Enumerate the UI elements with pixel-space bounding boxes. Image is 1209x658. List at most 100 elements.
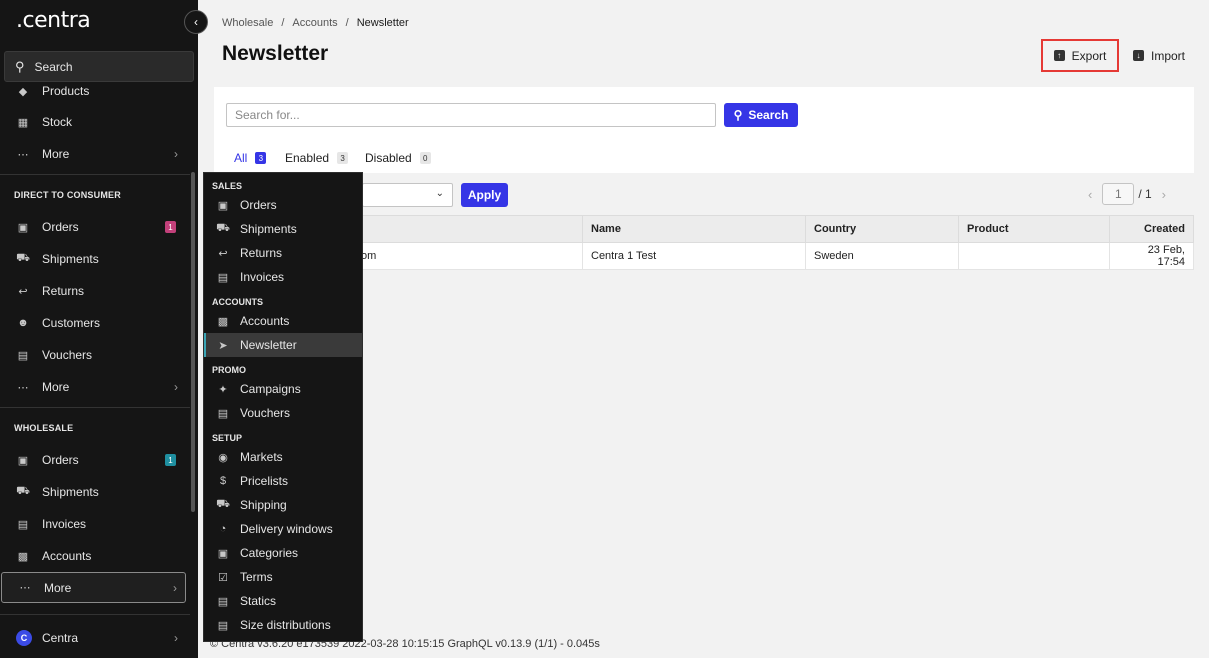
sidebar-item-wholesale-shipments[interactable]: ⛟ Shipments	[0, 476, 192, 508]
orders-icon: ▣	[17, 221, 29, 234]
import-button[interactable]: ↓ Import	[1128, 39, 1190, 72]
flyout-section-setup: SETUP	[212, 433, 243, 443]
checkbox-icon: ☑	[218, 571, 228, 584]
search-input[interactable]	[226, 103, 716, 127]
cell-country: Sweden	[805, 242, 959, 270]
tab-all[interactable]: All 3	[234, 151, 267, 165]
flyout-item-statics[interactable]: ▤ Statics	[204, 589, 362, 613]
truck-icon: ⛟	[216, 498, 230, 510]
tag-icon: ◆	[18, 85, 28, 98]
sidebar-search-label: Search	[34, 59, 73, 74]
breadcrumb-wholesale[interactable]: Wholesale	[222, 17, 273, 29]
clock-icon: ◔	[219, 523, 227, 535]
flyout-item-pricelists[interactable]: $ Pricelists	[204, 469, 362, 493]
flyout-item-returns[interactable]: ↩ Returns	[204, 241, 362, 265]
column-header-product[interactable]: Product	[958, 215, 1110, 243]
tab-enabled[interactable]: Enabled 3	[285, 151, 349, 165]
flyout-item-markets[interactable]: ◉ Markets	[204, 445, 362, 469]
invoice-icon: ▤	[17, 518, 29, 531]
flyout-section-accounts: ACCOUNTS	[212, 297, 263, 307]
collapse-sidebar-button[interactable]: ‹	[184, 10, 208, 34]
sidebar-item-dtc-vouchers[interactable]: ▤ Vouchers	[0, 339, 192, 371]
chevron-right-icon: ›	[173, 580, 177, 595]
page-number-input[interactable]: 1	[1102, 183, 1135, 205]
tab-count-badge: 0	[419, 152, 431, 164]
breadcrumb-newsletter: Newsletter	[356, 17, 409, 29]
user-name: Centra	[42, 631, 79, 645]
centra-logo[interactable]: .centra	[16, 8, 91, 33]
cell-name: Centra 1 Test	[582, 242, 806, 270]
page-title: Newsletter	[222, 42, 329, 65]
category-icon: ▣	[217, 547, 229, 560]
flyout-item-delivery-windows[interactable]: ◔ Delivery windows	[204, 517, 362, 541]
orders-count-badge: 1	[165, 221, 176, 233]
sidebar-scrollbar[interactable]	[191, 172, 195, 512]
sidebar-item-dtc-orders[interactable]: ▣ Orders 1	[0, 211, 192, 243]
prev-page-icon[interactable]: ‹	[1088, 187, 1092, 202]
next-page-icon[interactable]: ›	[1162, 187, 1166, 202]
cell-created: 23 Feb, 17:54	[1109, 242, 1194, 270]
flyout-item-terms[interactable]: ☑ Terms	[204, 565, 362, 589]
sidebar-item-dtc-more[interactable]: ⋯ More ›	[0, 371, 192, 403]
sidebar-item-stock[interactable]: ▦ Stock	[0, 106, 192, 138]
cell-product	[958, 242, 1110, 270]
voucher-icon: ▤	[17, 349, 29, 362]
flyout-item-newsletter[interactable]: ➤ Newsletter	[204, 333, 362, 357]
sidebar-section-wholesale: WHOLESALE	[14, 423, 74, 433]
flyout-item-campaigns[interactable]: ✦ Campaigns	[204, 377, 362, 401]
filter-panel: ⚲ Search All3 Enabled3 Disabled0	[214, 87, 1194, 173]
flyout-item-vouchers[interactable]: ▤ Vouchers	[204, 401, 362, 425]
export-button[interactable]: ↑ Export	[1041, 39, 1119, 72]
sidebar-item-dtc-returns[interactable]: ↩ Returns	[0, 275, 192, 307]
column-header-name[interactable]: Name	[582, 215, 806, 243]
sidebar-item-wholesale-accounts[interactable]: ▩ Accounts	[0, 540, 192, 572]
flyout-item-size-distributions[interactable]: ▤ Size distributions	[204, 613, 362, 637]
apply-button[interactable]: Apply	[461, 183, 508, 207]
tab-disabled[interactable]: Disabled 0	[365, 151, 431, 165]
sidebar-item-more-top[interactable]: ⋯ More ›	[0, 138, 192, 170]
sidebar-item-products[interactable]: ◆ Products	[0, 74, 192, 102]
flyout-item-accounts[interactable]: ▩ Accounts	[204, 309, 362, 333]
sidebar-item-wholesale-more[interactable]: ⋯ More ›	[1, 572, 186, 603]
chevron-right-icon: ›	[174, 380, 178, 394]
sidebar-divider	[0, 614, 190, 615]
search-button[interactable]: ⚲ Search	[724, 103, 798, 127]
orders-icon: ▣	[17, 454, 29, 467]
customer-icon: ☻	[17, 317, 29, 329]
column-header-created[interactable]: Created	[1109, 215, 1194, 243]
sidebar-item-wholesale-orders[interactable]: ▣ Orders 1	[0, 444, 192, 476]
ruler-icon: ▤	[217, 619, 229, 632]
flyout-item-invoices[interactable]: ▤ Invoices	[204, 265, 362, 289]
dots-icon: ⋯	[17, 148, 29, 161]
invoice-icon: ▤	[217, 271, 229, 284]
dots-icon: ⋯	[19, 582, 31, 594]
paper-plane-icon: ➤	[218, 339, 228, 352]
truck-icon: ⛟	[16, 485, 30, 497]
truck-icon: ⛟	[16, 252, 30, 264]
chevron-right-icon: ›	[174, 147, 178, 161]
accounts-icon: ▩	[17, 550, 29, 563]
breadcrumb-accounts[interactable]: Accounts	[292, 17, 337, 29]
sidebar-divider	[0, 174, 190, 175]
voucher-icon: ▤	[217, 407, 229, 420]
dots-icon: ⋯	[17, 381, 29, 394]
flyout-item-categories[interactable]: ▣ Categories	[204, 541, 362, 565]
download-icon: ↓	[1132, 50, 1144, 61]
upload-icon: ↑	[1053, 50, 1065, 61]
statics-icon: ▤	[217, 595, 229, 608]
flyout-section-sales: SALES	[212, 181, 243, 191]
column-header-country[interactable]: Country	[805, 215, 959, 243]
sidebar-item-wholesale-invoices[interactable]: ▤ Invoices	[0, 508, 192, 540]
chevron-left-icon: ‹	[194, 15, 198, 29]
stock-icon: ▦	[17, 116, 29, 129]
flyout-item-orders[interactable]: ▣ Orders	[204, 193, 362, 217]
sidebar-user-menu[interactable]: C Centra ›	[0, 622, 192, 654]
sidebar-item-dtc-customers[interactable]: ☻ Customers	[0, 307, 192, 339]
orders-count-badge: 1	[165, 454, 176, 466]
flyout-item-shipments[interactable]: ⛟ Shipments	[204, 217, 362, 241]
bulk-action-select[interactable]: ⌄	[362, 183, 453, 207]
flyout-item-shipping[interactable]: ⛟ Shipping	[204, 493, 362, 517]
sidebar-item-dtc-shipments[interactable]: ⛟ Shipments	[0, 243, 192, 275]
truck-icon: ⛟	[216, 222, 230, 234]
more-flyout-menu: SALES ▣ Orders ⛟ Shipments ↩ Returns ▤ Invoi…	[203, 172, 363, 642]
